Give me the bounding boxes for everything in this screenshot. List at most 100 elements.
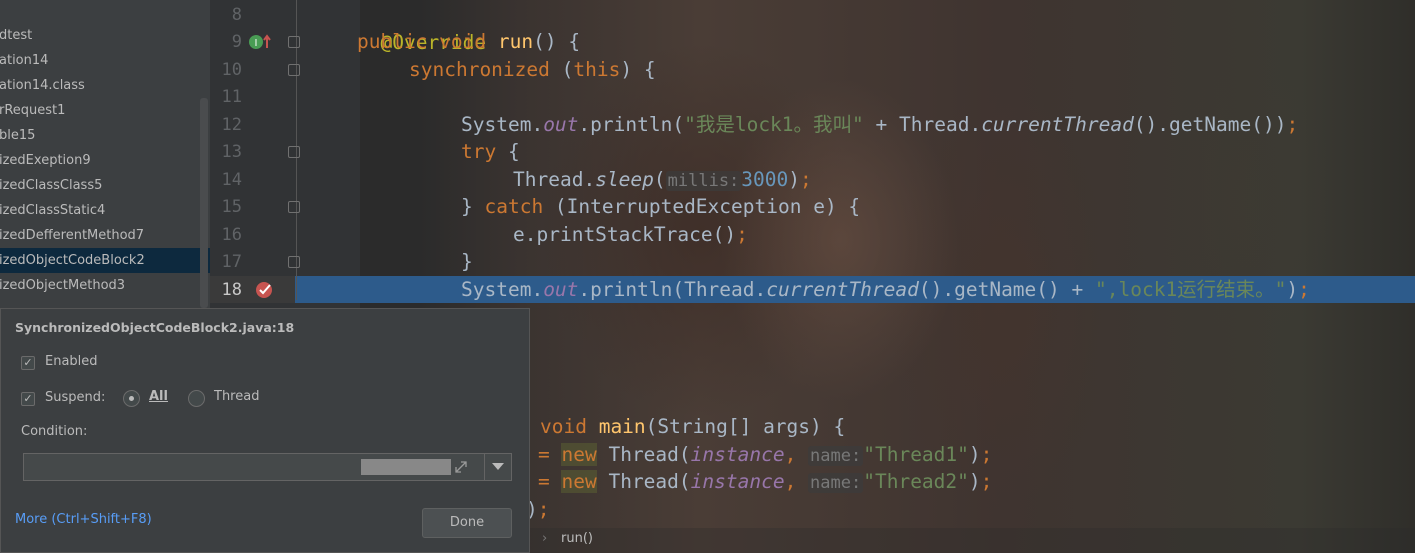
- keyword: this: [573, 58, 621, 81]
- enabled-checkbox[interactable]: ✓: [21, 356, 35, 370]
- line-number: 11: [221, 87, 242, 107]
- static-field: out: [543, 278, 579, 301]
- semicolon: ;: [980, 470, 993, 493]
- tree-item-label: izedClassClass5: [0, 178, 103, 193]
- breadcrumb-separator: ›: [542, 531, 548, 546]
- tree-item[interactable]: ation14: [0, 48, 210, 73]
- condition-label: Condition:: [21, 424, 88, 439]
- code-line-17[interactable]: }: [461, 248, 473, 276]
- tree-item[interactable]: izedClassStatic4: [0, 198, 210, 223]
- expand-icon[interactable]: [454, 460, 468, 474]
- code-line-10[interactable]: synchronized (this) {: [409, 56, 656, 84]
- tree-item-label: ble15: [0, 128, 36, 143]
- tree-item-label: izedObjectMethod3: [0, 278, 126, 293]
- popup-title: SynchronizedObjectCodeBlock2.java:18: [15, 320, 295, 335]
- tree-item[interactable]: ble15: [0, 123, 210, 148]
- code-text: System.: [461, 113, 544, 136]
- code-line-9[interactable]: public void run() {: [357, 28, 580, 56]
- code-text: () {: [533, 30, 581, 53]
- breakpoint-icon[interactable]: [255, 280, 277, 300]
- fold-marker[interactable]: [288, 36, 300, 48]
- code-line-thread1[interactable]: = new Thread(instance, name: "Thread1");: [538, 441, 992, 469]
- svg-text:I: I: [255, 38, 258, 49]
- code-line-18[interactable]: System.out.println(Thread.currentThread(…: [461, 276, 1310, 304]
- enabled-label[interactable]: Enabled: [45, 354, 98, 369]
- code-text: .println(: [578, 113, 685, 136]
- fold-marker[interactable]: [288, 146, 300, 158]
- fold-marker[interactable]: [288, 201, 300, 213]
- more-link[interactable]: More (Ctrl+Shift+F8): [15, 512, 152, 527]
- suspend-all-label[interactable]: All: [149, 389, 168, 404]
- line-number: 16: [221, 225, 242, 245]
- suspend-thread-radio[interactable]: [188, 390, 205, 407]
- tree-item[interactable]: izedObjectMethod3: [0, 273, 210, 298]
- keyword: new: [561, 443, 597, 466]
- override-method-icon[interactable]: I: [248, 32, 272, 52]
- static-field: instance: [690, 470, 785, 493]
- suspend-label[interactable]: Suspend:: [45, 390, 105, 405]
- code-text: + Thread.: [863, 113, 982, 136]
- code-text: ): [788, 168, 801, 191]
- line-number: 9: [231, 32, 242, 52]
- tree-item[interactable]: rRequest1: [0, 98, 210, 123]
- tree-item[interactable]: dtest: [0, 23, 210, 48]
- line-number: 18: [221, 280, 242, 300]
- breadcrumb: › run(): [520, 528, 1415, 553]
- semicolon: ;: [537, 498, 550, 521]
- code-line-thread2[interactable]: = new Thread(instance, name: "Thread2");: [538, 468, 992, 496]
- fold-marker[interactable]: [288, 64, 300, 76]
- static-method: sleep: [595, 168, 654, 191]
- code-line-12[interactable]: System.out.println("我是lock1。我叫" + Thread…: [461, 111, 1298, 139]
- suspend-checkbox[interactable]: ✓: [21, 392, 35, 406]
- code-line-13[interactable]: try {: [461, 138, 520, 166]
- suspend-thread-label[interactable]: Thread: [214, 389, 259, 404]
- string-literal: "我是lock1。我叫": [684, 113, 864, 136]
- code-text: ): [968, 470, 981, 493]
- tree-item-selected[interactable]: izedObjectCodeBlock2: [0, 248, 210, 273]
- code-text: ): [1286, 278, 1299, 301]
- code-text: ): [968, 443, 981, 466]
- code-line-16[interactable]: e.printStackTrace();: [513, 221, 748, 249]
- tree-item[interactable]: ation14.class: [0, 73, 210, 98]
- done-button[interactable]: Done: [422, 508, 512, 538]
- code-text: e.printStackTrace(): [513, 223, 737, 246]
- tree-item[interactable]: izedExeption9: [0, 148, 210, 173]
- code-text: Thread.: [513, 168, 596, 191]
- semicolon: ;: [1298, 278, 1310, 301]
- line-number: 17: [221, 252, 242, 272]
- tree-scrollbar[interactable]: [200, 98, 208, 308]
- parameter-hint: name:: [808, 473, 864, 493]
- parameter-hint: name:: [808, 446, 864, 466]
- code-text: (: [561, 58, 574, 81]
- static-field: instance: [690, 443, 785, 466]
- tree-item-label: ation14: [0, 53, 49, 68]
- code-text: }: [461, 250, 473, 273]
- line-number: 12: [221, 115, 242, 135]
- line-number: 8: [231, 5, 242, 25]
- parameter-hint: millis:: [665, 171, 742, 191]
- code-text: =: [538, 443, 562, 466]
- fold-marker[interactable]: [288, 256, 300, 268]
- tree-item[interactable]: izedClassClass5: [0, 173, 210, 198]
- code-line-main[interactable]: void main(String[] args) {: [540, 413, 845, 441]
- keyword: new: [561, 470, 597, 493]
- code-text: ().getName() +: [918, 278, 1095, 301]
- line-number: 14: [221, 170, 242, 190]
- tree-item-label: izedObjectCodeBlock2: [0, 253, 145, 268]
- code-line-14[interactable]: Thread.sleep(millis: 3000);: [513, 166, 812, 194]
- suspend-all-radio[interactable]: [123, 390, 140, 407]
- keyword: synchronized: [409, 58, 562, 81]
- breadcrumb-method[interactable]: run(): [561, 531, 593, 546]
- keyword: try: [461, 140, 497, 163]
- code-line-8[interactable]: @Override: [357, 1, 486, 54]
- tree-item-label: izedDefferentMethod7: [0, 228, 145, 243]
- code-text: System.: [461, 278, 544, 301]
- tree-item[interactable]: izedDefferentMethod7: [0, 223, 210, 248]
- code-text: (InterruptedException e) {: [543, 195, 861, 218]
- code-text: Thread(: [596, 443, 691, 466]
- condition-history-dropdown[interactable]: [484, 453, 512, 481]
- tree-item-label: rRequest1: [0, 103, 66, 118]
- code-text: ,: [784, 470, 809, 493]
- condition-input[interactable]: [23, 453, 485, 481]
- code-line-15[interactable]: } catch (InterruptedException e) {: [461, 193, 860, 221]
